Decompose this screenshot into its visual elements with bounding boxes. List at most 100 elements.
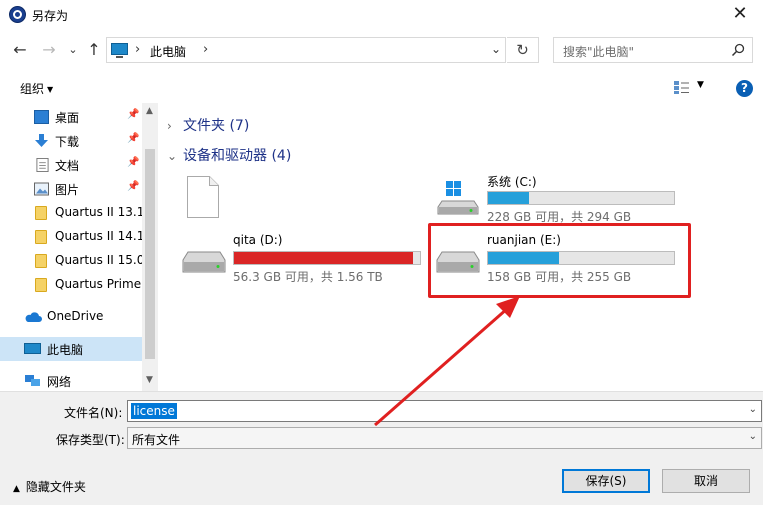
- folder-icon: [35, 230, 47, 244]
- search-placeholder: 搜索"此电脑": [563, 45, 635, 59]
- breadcrumb-chevron-icon[interactable]: ›: [135, 42, 140, 57]
- sidebar-item-network[interactable]: 网络: [0, 369, 142, 391]
- back-button[interactable]: ←: [9, 38, 31, 62]
- chevron-down-icon[interactable]: ⌄: [749, 404, 757, 415]
- navigation-bar: ← → ⌄ ↑ › 此电脑 › ⌄ ↻ 搜索"此电脑": [0, 30, 763, 70]
- group-devices-label: 设备和驱动器 (4): [183, 148, 292, 164]
- hard-drive-icon: [182, 251, 226, 273]
- pin-icon[interactable]: 📌: [127, 133, 139, 144]
- hide-folders-toggle[interactable]: ▲ 隐藏文件夹: [13, 478, 86, 495]
- view-dropdown-icon[interactable]: ▼: [697, 80, 704, 90]
- drive-usage-bar: [487, 191, 675, 205]
- save-button[interactable]: 保存(S): [562, 469, 650, 493]
- dropdown-arrow-icon: ▼: [47, 85, 54, 94]
- forward-button[interactable]: →: [38, 38, 60, 62]
- network-icon: [25, 375, 40, 386]
- sidebar-item-label: 此电脑: [47, 343, 84, 357]
- group-devices[interactable]: ⌄ 设备和驱动器 (4): [167, 145, 291, 165]
- desktop-icon: [34, 110, 49, 124]
- sidebar-item-label: Quartus II 15.0: [55, 253, 145, 267]
- address-bar[interactable]: › 此电脑 › ⌄: [106, 37, 506, 63]
- close-button[interactable]: ✕: [717, 0, 763, 30]
- filetype-value: 所有文件: [132, 433, 181, 447]
- sidebar-item-label: Quartus II 14.1: [55, 229, 145, 243]
- chevron-down-icon[interactable]: ⌄: [491, 42, 501, 56]
- drive-name: 系统 (C:): [487, 175, 537, 189]
- toolbar: 组织 ▼ ▼ ?: [0, 75, 763, 103]
- sidebar-item-onedrive[interactable]: OneDrive: [0, 305, 142, 329]
- navigation-pane: 桌面 📌 下载 📌 文档 📌 图片 📌 Quartus II 13.1 Quar…: [0, 103, 158, 391]
- folder-icon: [35, 254, 47, 268]
- sidebar-item-label: 网络: [47, 375, 72, 389]
- sidebar-item-label: 图片: [55, 183, 80, 197]
- breadcrumb-chevron-icon[interactable]: ›: [203, 42, 208, 57]
- windows-drive-icon: [437, 181, 479, 215]
- search-input[interactable]: 搜索"此电脑": [553, 37, 753, 63]
- sidebar-item-label: OneDrive: [47, 309, 104, 323]
- pin-icon[interactable]: 📌: [127, 181, 139, 192]
- generic-file-icon[interactable]: [187, 176, 219, 218]
- filename-label: 文件名(N):: [64, 406, 123, 420]
- sidebar-item-documents[interactable]: 文档 📌: [0, 153, 142, 177]
- hide-folders-label: 隐藏文件夹: [25, 480, 86, 494]
- computer-icon: [24, 343, 41, 354]
- app-icon: [9, 6, 26, 23]
- refresh-button[interactable]: ↻: [507, 37, 539, 63]
- sidebar-item-label: Quartus II 13.1: [55, 205, 145, 219]
- chevron-down-icon[interactable]: ⌄: [749, 431, 757, 442]
- up-button[interactable]: ↑: [83, 38, 105, 62]
- drive-usage-fill: [488, 192, 529, 204]
- window-title: 另存为: [32, 9, 69, 23]
- document-icon: [36, 158, 49, 172]
- sidebar-item-label: Quartus Prime: [55, 277, 142, 291]
- folder-icon: [35, 206, 47, 220]
- sidebar-item-label: 下载: [55, 135, 80, 149]
- drive-usage-bar: [233, 251, 421, 265]
- search-icon[interactable]: [731, 43, 745, 57]
- sidebar-item-label: 桌面: [55, 111, 80, 125]
- sidebar-item-desktop[interactable]: 桌面 📌: [0, 105, 142, 129]
- pin-icon[interactable]: 📌: [127, 157, 139, 168]
- drive-usage-fill: [234, 252, 413, 264]
- title-bar: 另存为 ✕: [0, 0, 763, 30]
- scroll-down-icon[interactable]: ▼: [146, 375, 153, 385]
- group-folders[interactable]: › 文件夹 (7): [167, 115, 249, 135]
- drive-name: qita (D:): [233, 233, 283, 247]
- sidebar-item-quartus-13-1[interactable]: Quartus II 13.1: [0, 201, 145, 225]
- filename-value: license: [131, 403, 177, 419]
- cancel-button[interactable]: 取消: [662, 469, 750, 493]
- sidebar-item-quartus-14-1[interactable]: Quartus II 14.1: [0, 225, 145, 249]
- sidebar-item-this-pc[interactable]: 此电脑: [0, 337, 142, 361]
- computer-icon: [111, 43, 128, 58]
- annotation-highlight-box: [428, 223, 691, 298]
- drive-space-text: 56.3 GB 可用，共 1.56 TB: [233, 270, 383, 284]
- sidebar-item-downloads[interactable]: 下载 📌: [0, 129, 142, 153]
- organize-button[interactable]: 组织 ▼: [20, 80, 53, 97]
- drive-d[interactable]: qita (D:) 56.3 GB 可用，共 1.56 TB: [176, 233, 436, 284]
- scrollbar-thumb[interactable]: [145, 149, 155, 359]
- filetype-label: 保存类型(T):: [56, 433, 125, 447]
- scroll-up-icon[interactable]: ▲: [146, 106, 153, 116]
- pin-icon[interactable]: 📌: [127, 109, 139, 120]
- chevron-right-icon: ›: [167, 119, 172, 133]
- save-form: 文件名(N): license ⌄ 保存类型(T): 所有文件 ⌄ ▲ 隐藏文件夹…: [0, 391, 763, 505]
- help-icon[interactable]: ?: [736, 80, 753, 97]
- sidebar-item-label: 文档: [55, 159, 80, 173]
- sidebar-item-quartus-15-0[interactable]: Quartus II 15.0: [0, 249, 145, 273]
- breadcrumb-this-pc[interactable]: 此电脑: [150, 43, 186, 60]
- folder-icon: [35, 278, 47, 292]
- collapse-arrow-icon: ▲: [13, 484, 20, 494]
- recent-locations-button[interactable]: ⌄: [62, 38, 84, 62]
- cloud-icon: [25, 312, 42, 322]
- view-options-icon[interactable]: [673, 80, 690, 95]
- sidebar-item-quartus-prime[interactable]: Quartus Prime: [0, 273, 142, 297]
- picture-icon: [34, 182, 49, 196]
- chevron-down-icon: ⌄: [167, 149, 178, 163]
- organize-label: 组织: [20, 82, 45, 96]
- group-folders-label: 文件夹 (7): [183, 118, 250, 134]
- filetype-select[interactable]: 所有文件 ⌄: [127, 427, 762, 449]
- drive-c[interactable]: 系统 (C:) 228 GB 可用，共 294 GB: [430, 173, 690, 224]
- sidebar-item-pictures[interactable]: 图片 📌: [0, 177, 142, 201]
- filename-input[interactable]: license ⌄: [127, 400, 762, 422]
- download-icon: [35, 134, 48, 147]
